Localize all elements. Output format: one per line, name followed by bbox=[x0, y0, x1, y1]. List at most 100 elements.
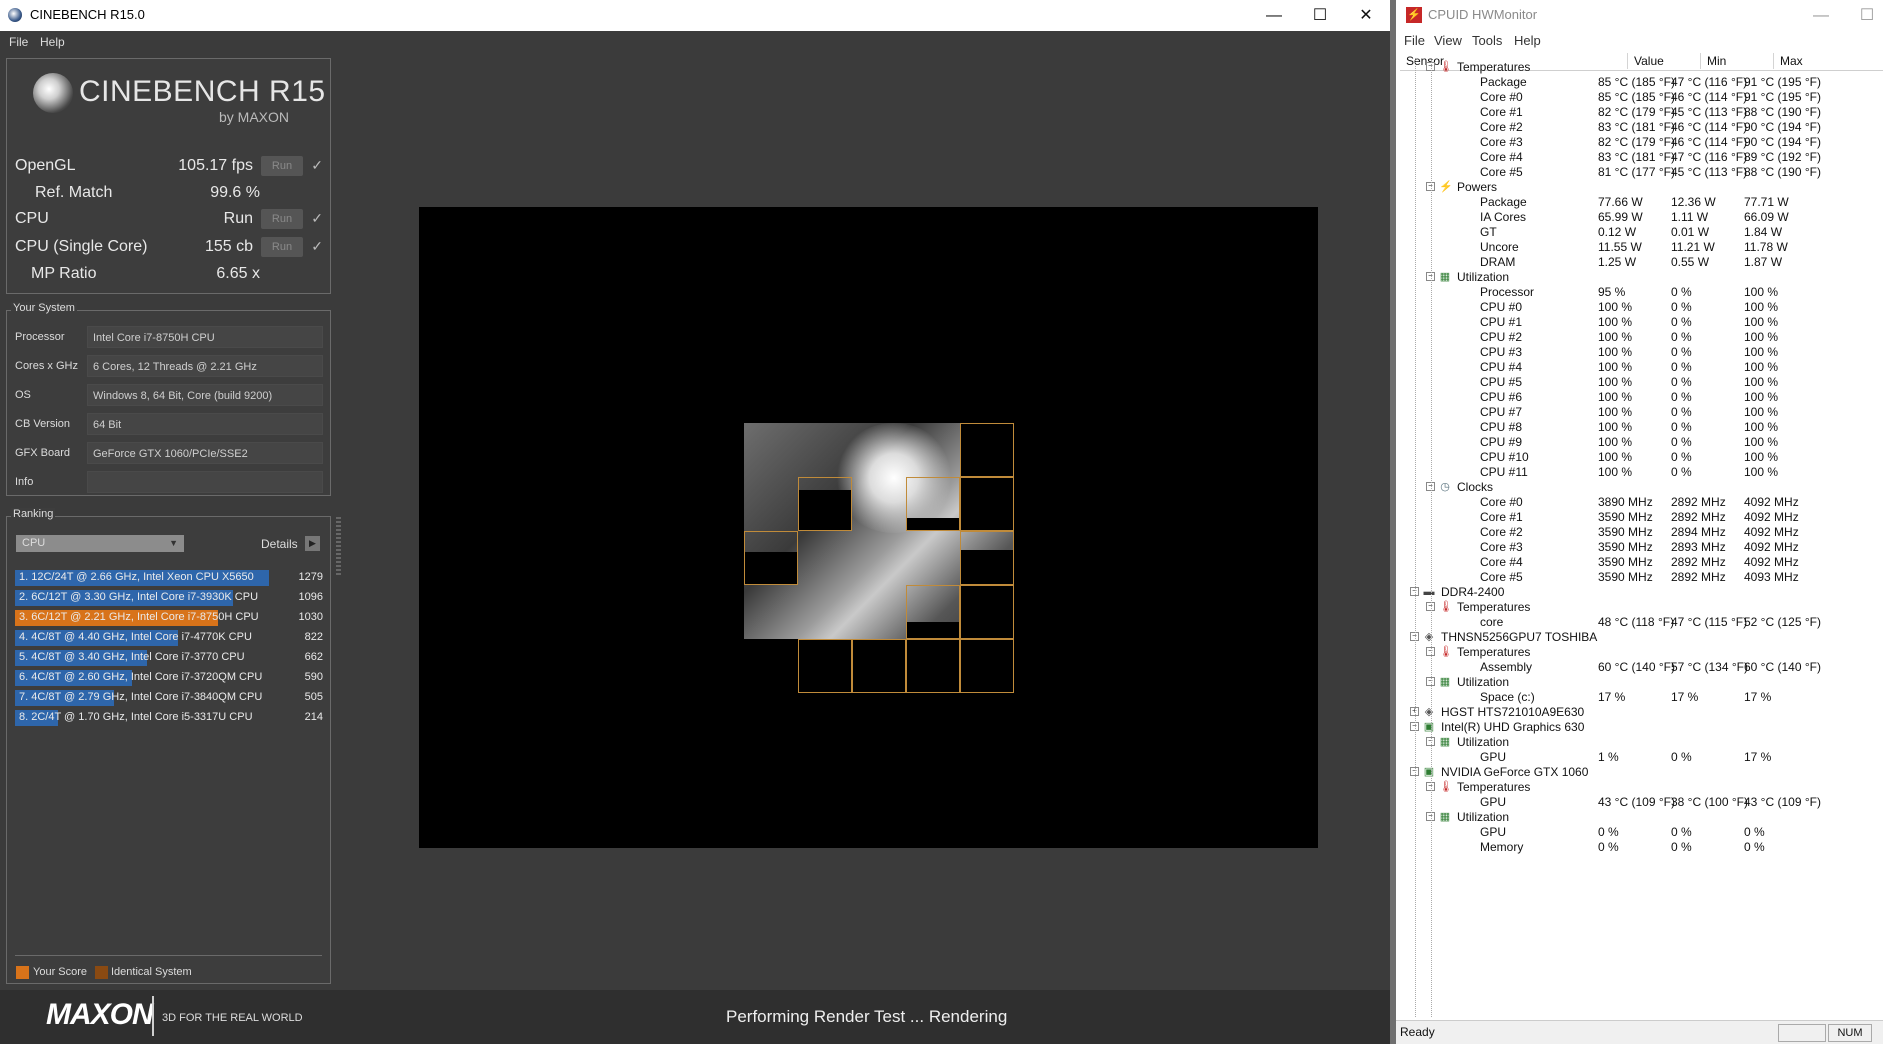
ranking-type-dropdown[interactable]: CPU ▼ bbox=[16, 535, 184, 552]
sensor-value: 60 °C (140 °F) bbox=[1598, 660, 1675, 674]
sensor-max: 100 % bbox=[1744, 405, 1779, 419]
hw-menu-file[interactable]: File bbox=[1404, 33, 1425, 48]
hw-minimize-button[interactable]: — bbox=[1798, 0, 1844, 31]
sys-row-gfx: GFX Board GeForce GTX 1060/PCIe/SSE2 bbox=[15, 441, 327, 465]
sensor-min: 46 °C (114 °F) bbox=[1671, 135, 1748, 149]
sys-value-field[interactable]: 64 Bit bbox=[87, 413, 323, 435]
sensor-max: 17 % bbox=[1744, 750, 1772, 764]
sensor-name: Package bbox=[1480, 75, 1527, 89]
sensor-name: Utilization bbox=[1457, 270, 1510, 284]
sensor-value: 0 % bbox=[1598, 825, 1619, 839]
sensor-name: Core #5 bbox=[1480, 570, 1523, 584]
cpu-run-button[interactable]: Run bbox=[261, 209, 303, 229]
thermometer-icon: 🌡 bbox=[1439, 781, 1453, 793]
render-bucket bbox=[798, 477, 852, 531]
sensor-value: 100 % bbox=[1598, 315, 1633, 329]
ranking-row[interactable]: 6. 4C/8T @ 2.60 GHz, Intel Core i7-3720Q… bbox=[15, 670, 327, 686]
maximize-button[interactable]: ☐ bbox=[1297, 0, 1343, 31]
opengl-run-button[interactable]: Run bbox=[261, 156, 303, 176]
sensor-max: 11.78 W bbox=[1744, 240, 1788, 254]
sensor-name: CPU #10 bbox=[1480, 450, 1529, 464]
ranking-row[interactable]: 3. 6C/12T @ 2.21 GHz, Intel Core i7-8750… bbox=[15, 610, 327, 626]
sensor-max: 100 % bbox=[1744, 330, 1779, 344]
memory-icon: ▬ bbox=[1423, 586, 1435, 598]
sys-value-field[interactable]: Intel Core i7-8750H CPU bbox=[87, 326, 323, 348]
sys-row-processor: Processor Intel Core i7-8750H CPU bbox=[15, 325, 327, 349]
opengl-check-icon[interactable]: ✓ bbox=[311, 157, 323, 174]
ranking-row[interactable]: 7. 4C/8T @ 2.79 GHz, Intel Core i7-3840Q… bbox=[15, 690, 327, 706]
legend-your-score: Your Score bbox=[33, 966, 88, 978]
ranking-row[interactable]: 2. 6C/12T @ 3.30 GHz, Intel Core i7-3930… bbox=[15, 590, 327, 606]
sys-value-field[interactable]: GeForce GTX 1060/PCIe/SSE2 bbox=[87, 442, 323, 464]
hw-menu-view[interactable]: View bbox=[1434, 33, 1462, 48]
render-bucket bbox=[960, 531, 1014, 585]
sys-value-field[interactable]: 6 Cores, 12 Threads @ 2.21 GHz bbox=[87, 355, 323, 377]
info-input[interactable] bbox=[87, 471, 323, 493]
single-core-label: CPU (Single Core) bbox=[15, 238, 148, 255]
sensor-name: Temperatures bbox=[1457, 60, 1531, 74]
sensor-value: 100 % bbox=[1598, 345, 1633, 359]
sensor-min: 1.11 W bbox=[1671, 210, 1709, 224]
utilization-icon: ▦ bbox=[1439, 676, 1451, 688]
sensor-min: 46 °C (114 °F) bbox=[1671, 120, 1748, 134]
sensor-max: 4092 MHz bbox=[1744, 510, 1799, 524]
sensor-min: 2893 MHz bbox=[1671, 540, 1726, 554]
minimize-button[interactable]: — bbox=[1251, 0, 1297, 31]
sensor-min: 0 % bbox=[1671, 405, 1692, 419]
hw-menu-tools[interactable]: Tools bbox=[1472, 33, 1502, 48]
single-core-run-button[interactable]: Run bbox=[261, 237, 303, 257]
menu-file[interactable]: File bbox=[9, 35, 28, 49]
sensor-min: 0 % bbox=[1671, 285, 1692, 299]
single-core-check-icon[interactable]: ✓ bbox=[311, 238, 323, 255]
menu-help[interactable]: Help bbox=[40, 35, 65, 49]
sensor-name: Intel(R) UHD Graphics 630 bbox=[1441, 720, 1585, 734]
sensor-name: Powers bbox=[1457, 180, 1498, 194]
ranking-score: 662 bbox=[304, 651, 323, 663]
opengl-row: OpenGL 105.17 fps Run ✓ bbox=[15, 155, 325, 179]
tree-guide-line bbox=[1431, 58, 1432, 1018]
panel-splitter-handle[interactable] bbox=[336, 517, 341, 577]
ranking-type-value: CPU bbox=[22, 537, 46, 549]
sensor-name: Processor bbox=[1480, 285, 1535, 299]
render-status: Performing Render Test ... Rendering bbox=[726, 1007, 1008, 1026]
render-preview-image bbox=[744, 423, 1014, 639]
close-button[interactable]: ✕ bbox=[1343, 0, 1389, 31]
cinebench-titlebar[interactable]: CINEBENCH R15.0 — ☐ ✕ bbox=[0, 0, 1390, 31]
sensor-min: 0 % bbox=[1671, 315, 1692, 329]
sensor-max: 91 °C (195 °F) bbox=[1744, 75, 1821, 89]
hw-maximize-button[interactable]: ☐ bbox=[1844, 0, 1883, 31]
sensor-min: 0 % bbox=[1671, 300, 1692, 314]
utilization-icon: ▦ bbox=[1439, 736, 1451, 748]
cpu-row: CPU Run Run ✓ bbox=[15, 208, 325, 232]
num-lock-indicator: NUM bbox=[1828, 1024, 1872, 1042]
sensor-value: 100 % bbox=[1598, 450, 1633, 464]
sensor-min: 0.01 W bbox=[1671, 225, 1710, 239]
sensor-max: 100 % bbox=[1744, 390, 1779, 404]
ranking-row[interactable]: 1. 12C/24T @ 2.66 GHz, Intel Xeon CPU X5… bbox=[15, 570, 327, 586]
hwmonitor-titlebar[interactable]: ⚡ CPUID HWMonitor — ☐ bbox=[1396, 0, 1883, 31]
sensor-max: 100 % bbox=[1744, 300, 1779, 314]
details-button[interactable]: ▶ bbox=[305, 536, 320, 551]
sensor-value: 83 °C (181 °F) bbox=[1598, 150, 1675, 164]
sys-label: Info bbox=[15, 476, 34, 488]
cpu-check-icon[interactable]: ✓ bbox=[311, 210, 323, 227]
sensor-value: 3590 MHz bbox=[1598, 555, 1653, 569]
ranking-label: 3. 6C/12T @ 2.21 GHz, Intel Core i7-8750… bbox=[19, 611, 259, 623]
sensor-row[interactable]: Memory 0 % 0 % 0 % bbox=[1400, 838, 1883, 856]
mp-ratio-value: 6.65 x bbox=[216, 265, 260, 282]
hw-menu-help[interactable]: Help bbox=[1514, 33, 1541, 48]
ranking-row[interactable]: 4. 4C/8T @ 4.40 GHz, Intel Core i7-4770K… bbox=[15, 630, 327, 646]
sys-value-field[interactable]: Windows 8, 64 Bit, Core (build 9200) bbox=[87, 384, 323, 406]
ranking-row[interactable]: 8. 2C/4T @ 1.70 GHz, Intel Core i5-3317U… bbox=[15, 710, 327, 726]
sensor-max: 4092 MHz bbox=[1744, 540, 1799, 554]
sensor-name: CPU #3 bbox=[1480, 345, 1523, 359]
sensor-max: 100 % bbox=[1744, 420, 1779, 434]
ranking-row[interactable]: 5. 4C/8T @ 3.40 GHz, Intel Core i7-3770 … bbox=[15, 650, 327, 666]
sensor-name: Core #3 bbox=[1480, 540, 1523, 554]
sensor-min: 2892 MHz bbox=[1671, 570, 1726, 584]
sensor-max: 90 °C (194 °F) bbox=[1744, 135, 1821, 149]
logo-divider bbox=[152, 996, 154, 1036]
utilization-icon: ▦ bbox=[1439, 811, 1451, 823]
cinebench-app-icon bbox=[8, 8, 22, 22]
gpu-icon: ▣ bbox=[1423, 721, 1435, 733]
